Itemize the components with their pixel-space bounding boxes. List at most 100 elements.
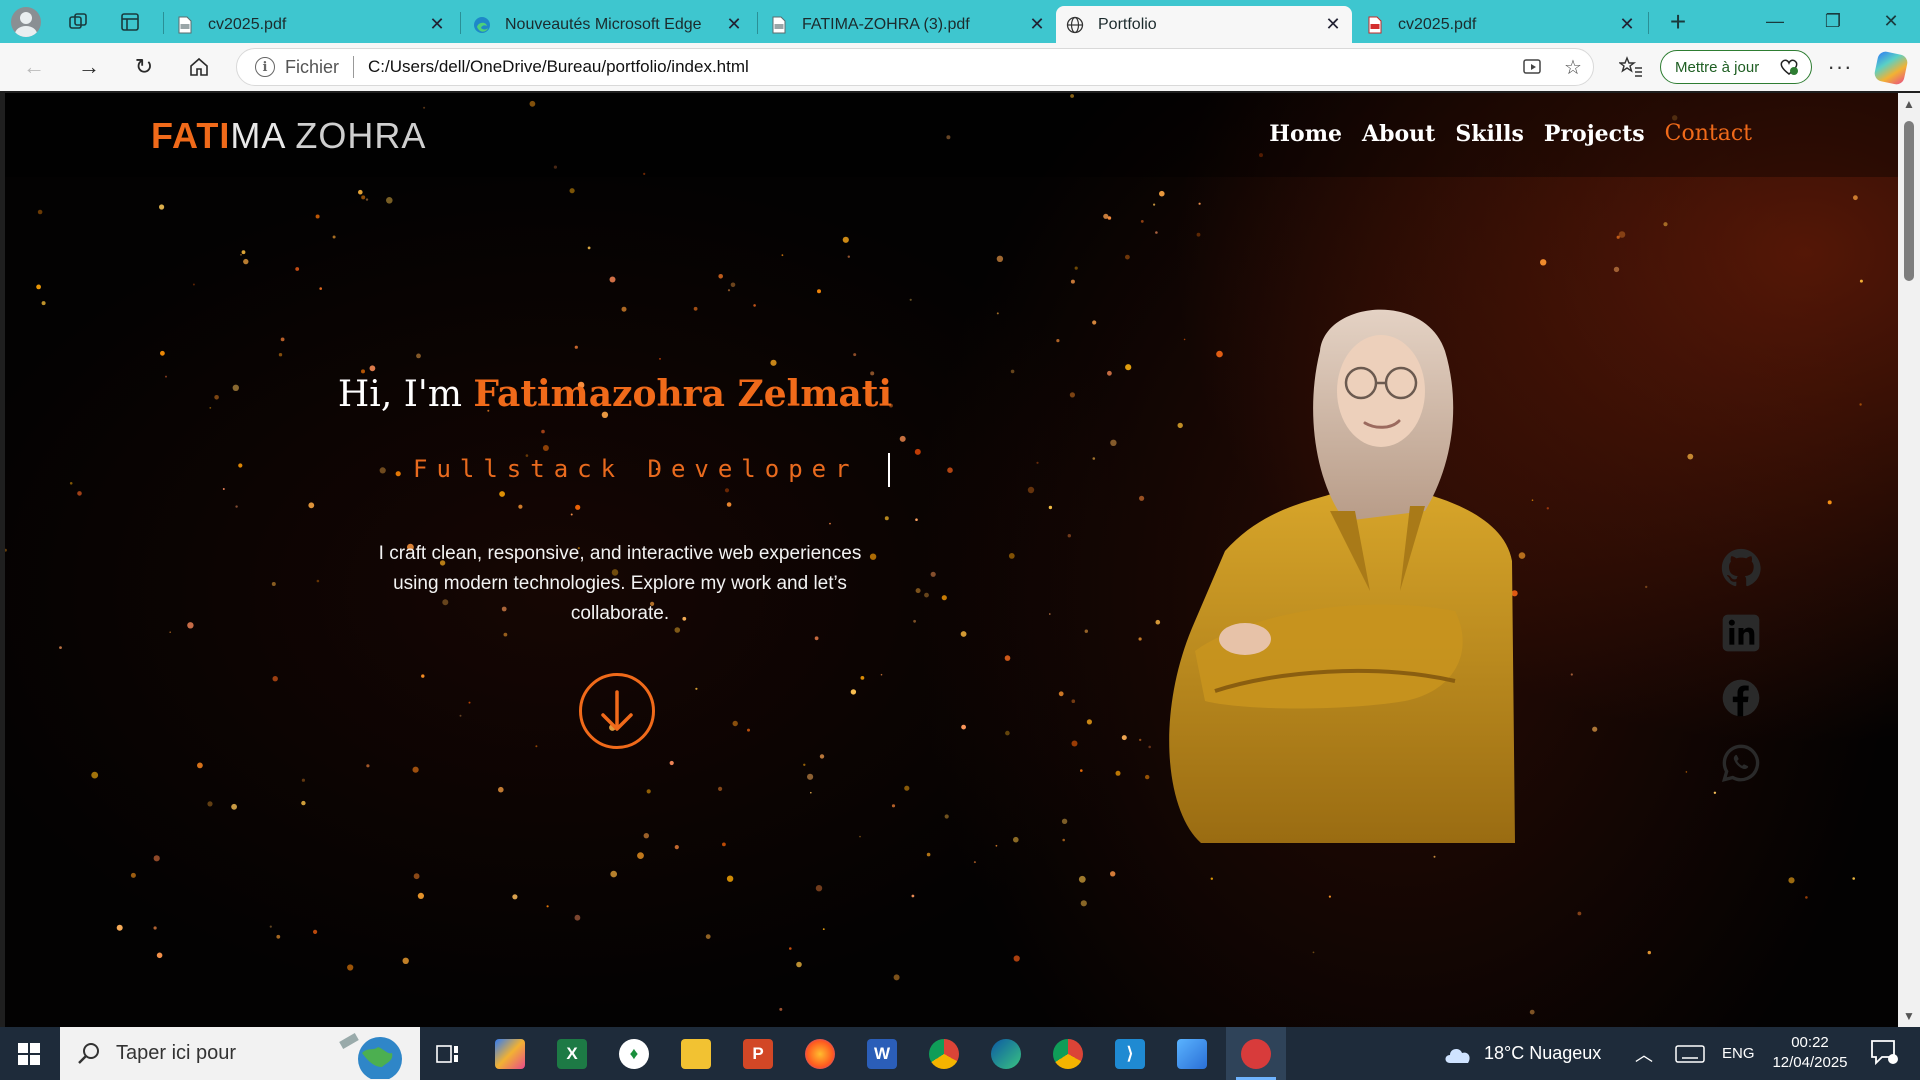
scroll-up-arrow-icon[interactable]: ▲ xyxy=(1903,97,1915,111)
tab-fatima-zohra-pdf[interactable]: FATIMA-ZOHRA (3).pdf ✕ xyxy=(760,6,1056,43)
logo-part-white: MA xyxy=(230,115,285,156)
restore-button[interactable]: ❐ xyxy=(1804,0,1862,43)
scroll-down-arrow-icon[interactable]: ▼ xyxy=(1903,1009,1915,1023)
scrollbar-thumb[interactable] xyxy=(1904,121,1914,281)
task-view-button[interactable] xyxy=(418,1027,478,1080)
favorites-button[interactable] xyxy=(1613,49,1649,85)
ember-particle xyxy=(1155,231,1158,234)
linkedin-link[interactable] xyxy=(1721,613,1761,653)
language-indicator[interactable]: ENG xyxy=(1722,1027,1755,1080)
page-viewport: FATIMA ZOHRA Home About Skills Projects … xyxy=(5,93,1898,1027)
weather-widget[interactable]: 18°C Nuageux xyxy=(1442,1027,1601,1080)
taskbar-file-explorer[interactable] xyxy=(666,1027,726,1080)
taskbar-active-app[interactable] xyxy=(1226,1027,1286,1080)
hero-role: Fullstack Developer xyxy=(413,455,859,483)
minimize-button[interactable]: — xyxy=(1746,0,1804,43)
tab-cv2025-pdf[interactable]: cv2025.pdf ✕ xyxy=(166,6,456,43)
taskbar-copilot[interactable] xyxy=(480,1027,540,1080)
favorites-list-icon xyxy=(1619,56,1642,77)
refresh-button[interactable]: ↻ xyxy=(126,49,162,85)
close-icon[interactable]: ✕ xyxy=(1618,14,1636,35)
taskbar-chrome[interactable] xyxy=(914,1027,974,1080)
close-icon[interactable]: ✕ xyxy=(428,14,446,35)
tab-actions-icon xyxy=(121,12,139,31)
word-icon: W xyxy=(867,1038,897,1069)
close-window-button[interactable]: ✕ xyxy=(1862,0,1920,43)
page-scrollbar[interactable]: ▲ ▼ xyxy=(1898,93,1920,1027)
taskbar-edge[interactable] xyxy=(976,1027,1036,1080)
touch-keyboard-button[interactable] xyxy=(1675,1027,1705,1080)
tab-cv2025-pdf-2[interactable]: cv2025.pdf ✕ xyxy=(1356,6,1646,43)
ember-particle xyxy=(240,253,242,256)
tab-actions-button[interactable] xyxy=(104,0,156,43)
back-button[interactable]: ← xyxy=(16,49,52,85)
ember-particle xyxy=(332,235,336,239)
ember-particle xyxy=(822,928,825,930)
start-button[interactable] xyxy=(0,1027,58,1080)
ember-particle xyxy=(241,250,246,255)
workspaces-button[interactable] xyxy=(52,0,104,43)
new-tab-button[interactable]: + xyxy=(1660,4,1696,40)
close-icon[interactable]: ✕ xyxy=(725,14,743,35)
ember-particle xyxy=(643,833,649,839)
taskbar-photos[interactable] xyxy=(1162,1027,1222,1080)
ember-particle xyxy=(413,873,420,880)
close-icon[interactable]: ✕ xyxy=(1324,14,1342,35)
taskbar-excel[interactable]: X xyxy=(542,1027,602,1080)
ember-particle xyxy=(646,789,651,794)
powerpoint-icon: P xyxy=(743,1038,773,1069)
copilot-icon[interactable] xyxy=(1873,50,1909,86)
taskbar-word[interactable]: W xyxy=(852,1027,912,1080)
nav-contact[interactable]: Contact xyxy=(1665,121,1752,147)
close-icon[interactable]: ✕ xyxy=(1028,14,1046,35)
ember-particle xyxy=(718,786,723,792)
ember-particle xyxy=(416,353,421,359)
tab-portfolio[interactable]: Portfolio ✕ xyxy=(1056,6,1352,43)
ember-particle xyxy=(37,209,43,215)
heart-health-icon xyxy=(1780,59,1798,75)
immersive-reader-button[interactable] xyxy=(1513,49,1553,85)
show-hidden-icons-button[interactable]: ︿ xyxy=(1635,1027,1653,1080)
nav-about[interactable]: About xyxy=(1362,121,1435,147)
home-button[interactable] xyxy=(181,49,217,85)
taskbar-chrome-profile[interactable] xyxy=(1038,1027,1098,1080)
ember-particle xyxy=(781,254,784,257)
ember-particle xyxy=(243,258,249,265)
taskbar-search[interactable]: Taper ici pour xyxy=(60,1027,420,1080)
forward-button[interactable]: → xyxy=(71,49,107,85)
nav-home[interactable]: Home xyxy=(1269,121,1342,147)
notification-icon[interactable] xyxy=(1868,1037,1898,1067)
ember-particle xyxy=(412,766,419,773)
ember-particle xyxy=(926,852,931,857)
taskbar-powerpoint[interactable]: P xyxy=(728,1027,788,1080)
update-button[interactable]: Mettre à jour xyxy=(1660,50,1812,84)
facebook-link[interactable] xyxy=(1721,678,1761,718)
address-bar[interactable]: i Fichier C:/Users/dell/OneDrive/Bureau/… xyxy=(236,48,1594,86)
taskbar-mongodb[interactable]: ♦ xyxy=(604,1027,664,1080)
ember-particle xyxy=(1074,266,1078,270)
favorite-star-button[interactable]: ☆ xyxy=(1553,49,1593,85)
taskbar-firefox[interactable] xyxy=(790,1027,850,1080)
ember-particle xyxy=(1827,500,1832,505)
tab-edge-news[interactable]: Nouveautés Microsoft Edge ✕ xyxy=(463,6,753,43)
site-logo[interactable]: FATIMA ZOHRA xyxy=(151,115,426,157)
system-clock[interactable]: 00:22 12/04/2025 xyxy=(1765,1033,1855,1073)
taskbar-vscode[interactable]: ⟩ xyxy=(1100,1027,1160,1080)
linkedin-icon xyxy=(1722,614,1760,652)
hero-greeting: Hi, I'm xyxy=(337,374,474,415)
ember-particle xyxy=(358,189,363,195)
profile-button[interactable] xyxy=(0,0,52,43)
scroll-down-button[interactable] xyxy=(579,673,655,749)
hero-name: Fatimazohra Zelmati xyxy=(473,373,893,415)
ember-particle xyxy=(313,929,318,935)
ember-particle xyxy=(365,198,369,201)
more-options-button[interactable]: ··· xyxy=(1820,49,1860,85)
ember-particle xyxy=(853,353,857,357)
info-icon[interactable]: i xyxy=(255,57,275,77)
ember-particle xyxy=(884,516,889,521)
nav-skills[interactable]: Skills xyxy=(1455,121,1524,147)
nav-projects[interactable]: Projects xyxy=(1544,121,1645,147)
github-link[interactable] xyxy=(1721,548,1761,588)
url-text[interactable]: C:/Users/dell/OneDrive/Bureau/portfolio/… xyxy=(368,57,1513,77)
whatsapp-link[interactable] xyxy=(1721,743,1761,783)
